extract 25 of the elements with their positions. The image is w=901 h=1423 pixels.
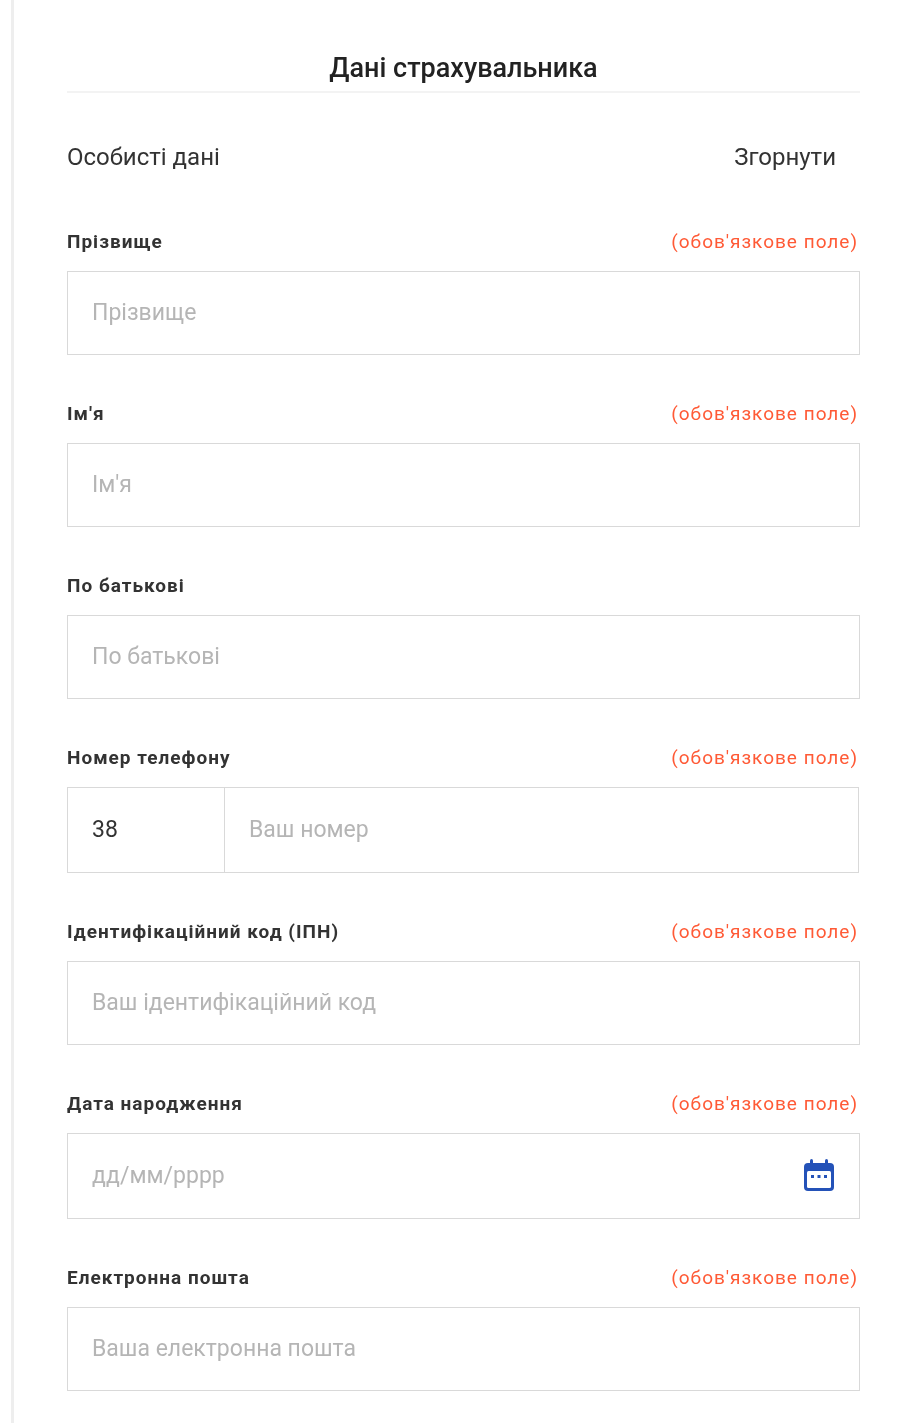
text-input-field[interactable]: По батькові [67,614,860,699]
calendar-icon[interactable] [802,1156,836,1193]
required-note: (обов'язкове поле) [671,229,858,256]
required-note: (обов'язкове поле) [671,401,858,428]
field-label: Електронна пошта [67,1265,250,1292]
field-label: По батькові [67,573,185,600]
field-label: Прізвище [67,229,163,256]
phone-prefix-field[interactable]: 38 [67,786,225,873]
date-input-field[interactable]: дд/мм/рррр [67,1132,860,1219]
phone-number-field[interactable]: Ваш номер [225,786,859,873]
section-title: Особисті дані [67,141,220,173]
collapse-button[interactable]: Згорнути [734,138,836,175]
required-note: (обов'язкове поле) [671,919,858,946]
text-input-field[interactable]: Ім'я [67,442,860,527]
text-input-field[interactable]: Прізвище [67,270,860,355]
page-title: Дані страхувальника [329,51,598,86]
required-note: (обов'язкове поле) [671,1265,858,1292]
text-input-field[interactable]: Ваша електронна пошта [67,1306,860,1391]
field-label: Номер телефону [67,745,231,772]
field-label: Дата народження [67,1091,243,1118]
text-input-field[interactable]: Ваш ідентифікаційний код [67,960,860,1045]
required-note: (обов'язкове поле) [671,1091,858,1118]
field-label: Ідентифікаційний код (ІПН) [67,919,340,946]
field-label: Ім'я [67,401,105,428]
required-note: (обов'язкове поле) [671,745,858,772]
